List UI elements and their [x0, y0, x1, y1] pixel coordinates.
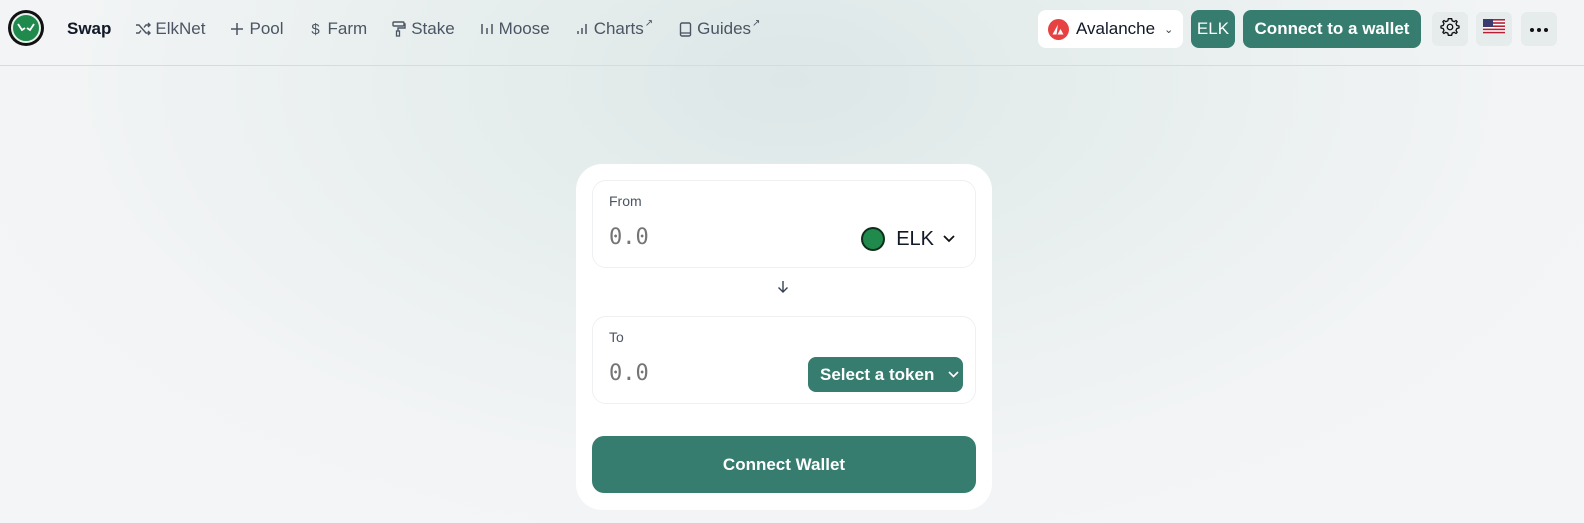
language-button[interactable]	[1476, 12, 1512, 46]
nav-stake-label: Stake	[411, 19, 455, 38]
plus-icon	[229, 22, 245, 36]
nav-moose-label: Moose	[498, 19, 550, 38]
nav-charts-label: Charts	[593, 19, 644, 38]
to-panel: To Select a token	[592, 316, 976, 404]
gear-icon	[1440, 17, 1460, 42]
settings-button[interactable]	[1432, 12, 1468, 46]
nav-elknet[interactable]: ElkNet	[135, 19, 205, 39]
bar-chart-icon	[574, 22, 590, 36]
elk-token-icon	[861, 227, 886, 251]
to-amount-input[interactable]	[609, 361, 809, 386]
nav-farm[interactable]: $ Farm	[308, 19, 368, 39]
select-token-button[interactable]: Select a token	[808, 357, 963, 392]
book-icon	[677, 21, 693, 37]
external-link-icon: ↗	[644, 17, 654, 29]
nav-swap-label: Swap	[67, 19, 112, 38]
nav-pool-label: Pool	[249, 19, 284, 38]
nav-farm-label: Farm	[327, 19, 368, 38]
network-selector-button[interactable]: Avalanche ⌄	[1038, 10, 1183, 48]
nav-pool[interactable]: Pool	[229, 19, 284, 39]
more-options-button[interactable]	[1521, 12, 1557, 46]
shuffle-icon	[135, 22, 152, 36]
from-token-selector[interactable]: ELK	[861, 226, 955, 252]
main-nav: Swap ElkNet Pool $ Farm Stake Moose Char…	[67, 0, 784, 58]
nav-charts[interactable]: Charts ↗	[574, 17, 654, 39]
nav-swap[interactable]: Swap	[67, 19, 111, 39]
switch-direction-arrow-icon[interactable]	[776, 280, 790, 299]
avalanche-icon	[1048, 18, 1069, 40]
external-link-icon: ↗	[752, 17, 761, 29]
nav-moose[interactable]: Moose	[479, 19, 550, 39]
paint-roller-icon	[391, 21, 407, 37]
chevron-down-icon	[948, 369, 959, 381]
elk-balance-button[interactable]: ELK	[1191, 10, 1235, 48]
chevron-down-icon: ⌄	[1164, 23, 1174, 36]
nav-guides[interactable]: Guides ↗	[677, 17, 761, 39]
from-label: From	[609, 193, 642, 209]
nav-guides-label: Guides	[697, 19, 752, 38]
more-horizontal-icon	[1529, 20, 1549, 38]
network-label: Avalanche	[1076, 19, 1156, 38]
elk-logo-icon[interactable]	[8, 10, 44, 46]
to-label: To	[609, 329, 624, 345]
dollar-icon: $	[311, 20, 320, 38]
select-token-label: Select a token	[820, 364, 935, 384]
swap-card: From ELK To Select a token Connect Walle…	[576, 164, 992, 510]
connect-wallet-header-button[interactable]: Connect to a wallet	[1243, 10, 1421, 48]
nav-stake[interactable]: Stake	[391, 19, 455, 39]
from-panel: From ELK	[592, 180, 976, 268]
us-flag-icon	[1483, 19, 1505, 39]
from-token-label: ELK	[896, 227, 934, 250]
nav-elknet-label: ElkNet	[155, 19, 206, 38]
chevron-down-icon	[943, 232, 955, 246]
bars-icon	[479, 22, 495, 36]
top-navbar: Swap ElkNet Pool $ Farm Stake Moose Char…	[0, 0, 1584, 66]
connect-wallet-button[interactable]: Connect Wallet	[592, 436, 976, 493]
from-amount-input[interactable]	[609, 225, 809, 250]
